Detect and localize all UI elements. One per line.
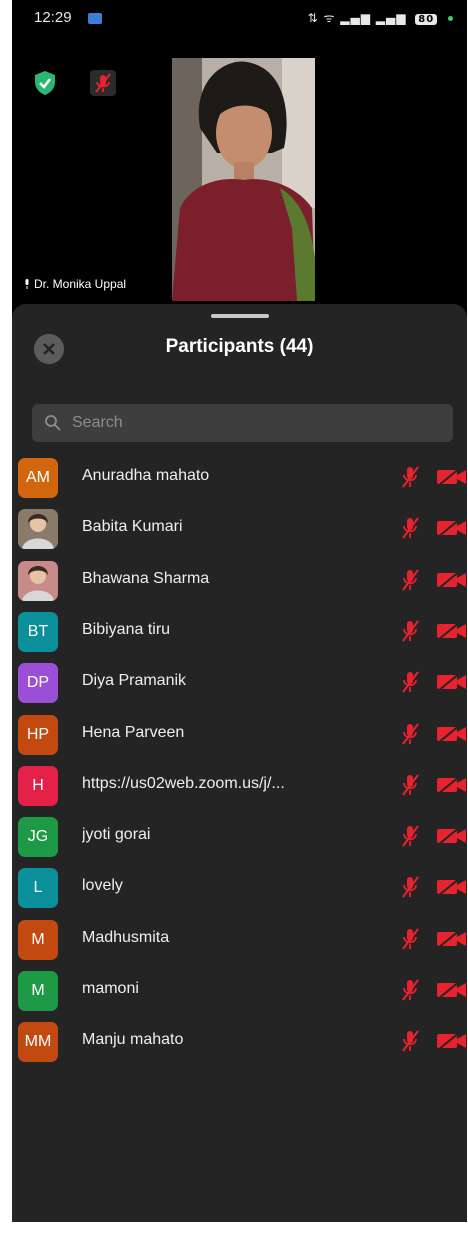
battery-icon: 80	[415, 14, 438, 25]
participant-name: Bhawana Sharma	[82, 569, 210, 587]
muted-mic-icon[interactable]	[400, 568, 420, 592]
avatar: H	[18, 765, 58, 806]
encryption-shield-icon[interactable]	[34, 70, 56, 96]
status-indicators: ⇅ ᯤ ▂▄▆ ▂▄▆ 80	[308, 9, 453, 26]
muted-mic-icon[interactable]	[400, 465, 420, 489]
avatar-initials: AM	[26, 469, 50, 486]
search-icon	[45, 415, 61, 431]
status-bar: 12:29 ⇅ ᯤ ▂▄▆ ▂▄▆ 80	[12, 0, 467, 36]
avatar: BT	[18, 611, 58, 652]
search-bar[interactable]	[32, 404, 453, 442]
participant-name: mamoni	[82, 980, 139, 997]
avatar-initials: M	[31, 930, 45, 948]
participant-row[interactable]: Mmamoni	[12, 966, 467, 1014]
muted-mic-icon[interactable]	[400, 824, 420, 848]
muted-mic-icon[interactable]	[400, 619, 420, 643]
muted-mic-icon[interactable]	[400, 722, 420, 746]
participant-name: Babita Kumari	[82, 518, 183, 536]
search-input[interactable]	[72, 404, 442, 442]
participant-name: Manju mahato	[82, 1031, 184, 1049]
participant-name: jyoti gorai	[82, 826, 151, 844]
participant-row[interactable]: Bhawana Sharma	[12, 556, 467, 604]
avatar-initials: MM	[24, 1033, 52, 1051]
muted-mic-icon[interactable]	[400, 978, 420, 1002]
mic-icon	[25, 279, 29, 289]
avatar-initials: L	[33, 879, 43, 897]
participant-name: Bibiyana tiru	[82, 620, 171, 638]
avatar: MM	[18, 1022, 58, 1063]
avatar: JG	[18, 817, 58, 858]
participant-row[interactable]: BT Bibiyana tiru	[12, 607, 467, 655]
video-off-icon[interactable]	[436, 620, 467, 642]
participant-row[interactable]: MM Manju mahato	[12, 1017, 467, 1065]
speaker-name-label: Dr. Monika Uppal	[20, 274, 133, 294]
participants-panel: Participants (44) AM Anuradha mahato Babit…	[12, 304, 467, 1222]
avatar-photo	[18, 560, 58, 601]
video-off-icon[interactable]	[436, 979, 467, 1001]
avatar: M	[18, 971, 58, 1011]
muted-mic-icon[interactable]	[400, 516, 420, 540]
participant-name: Diya Pramanik	[82, 672, 187, 690]
avatar-photo	[18, 509, 58, 550]
participant-row[interactable]: M Madhusmita	[12, 915, 467, 963]
message-notification-icon	[88, 13, 102, 24]
participant-name: Madhusmita	[82, 928, 170, 946]
video-off-icon[interactable]	[436, 517, 467, 539]
avatar: AM	[18, 458, 58, 498]
participant-row[interactable]: JG jyoti gorai	[12, 812, 467, 860]
participant-name: Anuradha mahato	[82, 467, 210, 484]
avatar-initials: H	[32, 776, 44, 794]
video-off-icon[interactable]	[436, 1030, 467, 1052]
avatar-initials: JG	[27, 828, 49, 846]
signal-icons: ⇅ ᯤ ▂▄▆ ▂▄▆	[307, 11, 407, 25]
participant-row[interactable]: DP Diya Pramanik	[12, 658, 467, 706]
video-off-icon[interactable]	[436, 876, 467, 898]
muted-mic-icon[interactable]	[400, 1029, 420, 1053]
drag-handle[interactable]	[211, 314, 269, 318]
muted-mic-icon[interactable]	[400, 773, 420, 797]
participant-row[interactable]: Babita Kumari	[12, 504, 467, 552]
participant-row[interactable]: Llovely	[12, 863, 467, 911]
participant-row[interactable]: HP Hena Parveen	[12, 710, 467, 758]
phone-screen: 12:29 ⇅ ᯤ ▂▄▆ ▂▄▆ 80 Dr. Monika Uppal Pa…	[12, 0, 467, 1222]
video-off-icon[interactable]	[436, 723, 467, 745]
status-time: 12:29	[34, 9, 72, 26]
avatar: HP	[18, 714, 58, 755]
muted-mic-icon[interactable]	[90, 70, 116, 96]
speaker-name: Dr. Monika Uppal	[34, 277, 127, 291]
video-off-icon[interactable]	[436, 569, 467, 591]
avatar: M	[18, 919, 58, 960]
participant-row[interactable]: Hhttps://us02web.zoom.us/j/...	[12, 761, 467, 809]
avatar-initials: M	[31, 982, 45, 999]
avatar: L	[18, 868, 58, 909]
video-off-icon[interactable]	[436, 928, 467, 950]
avatar: DP	[18, 663, 58, 704]
muted-mic-icon[interactable]	[400, 927, 420, 951]
participant-row[interactable]: AM Anuradha mahato	[12, 453, 467, 501]
avatar-initials: BT	[27, 622, 49, 640]
video-off-icon[interactable]	[436, 825, 467, 847]
avatar-initials: HP	[26, 725, 50, 743]
participant-name: Hena Parveen	[82, 723, 185, 741]
avatar-initials: DP	[26, 674, 50, 692]
video-off-icon[interactable]	[436, 671, 467, 693]
participant-name: https://us02web.zoom.us/j/...	[82, 774, 285, 792]
video-off-icon[interactable]	[436, 774, 467, 796]
video-off-icon[interactable]	[436, 466, 467, 488]
muted-mic-icon[interactable]	[400, 670, 420, 694]
participant-name: lovely	[82, 877, 123, 895]
speaker-video-frame	[172, 58, 315, 301]
active-dot-icon	[448, 16, 453, 21]
muted-mic-icon[interactable]	[400, 875, 420, 899]
panel-title: Participants (44)	[165, 336, 314, 357]
speaker-video[interactable]	[172, 58, 315, 301]
